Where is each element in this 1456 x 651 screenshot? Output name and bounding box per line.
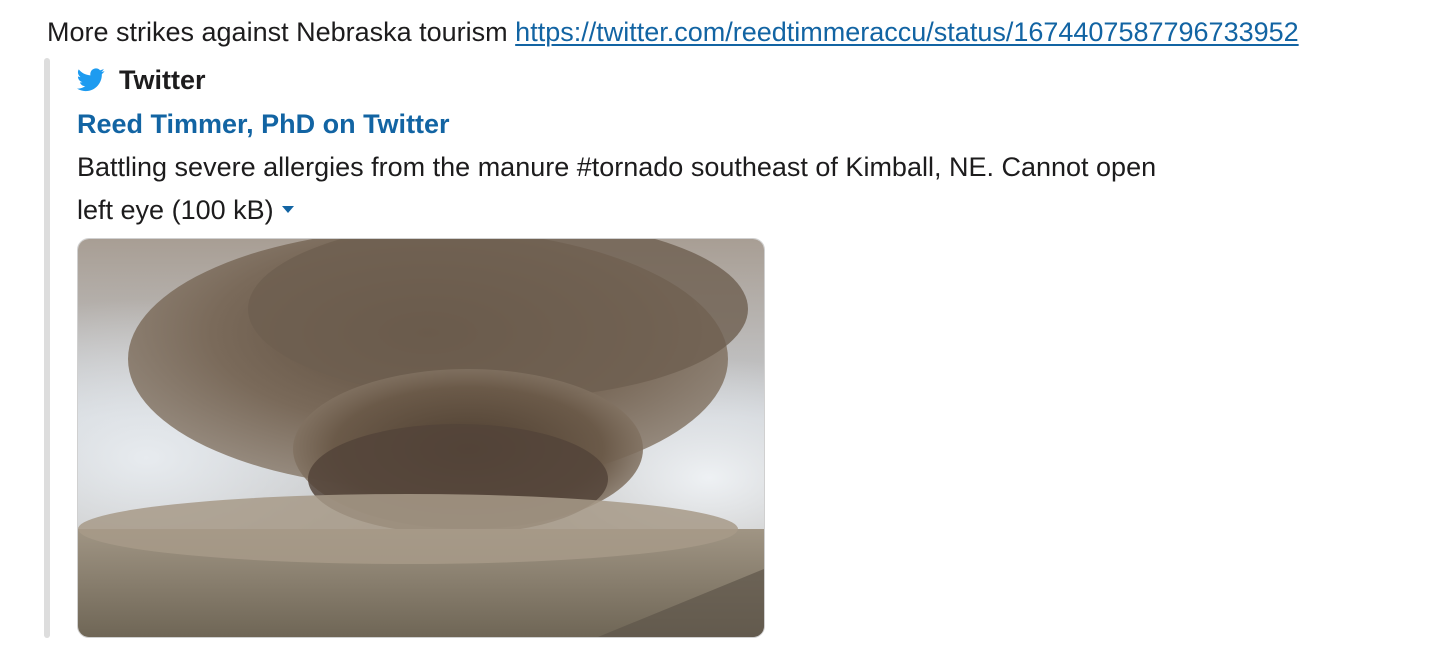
attachment-title-link[interactable]: Reed Timmer, PhD on Twitter <box>77 102 1144 146</box>
tweet-image[interactable] <box>77 238 765 638</box>
twitter-bird-icon <box>77 68 105 92</box>
link-unfurl-attachment: Twitter Reed Timmer, PhD on Twitter Batt… <box>44 58 1156 638</box>
collapse-caret-icon[interactable] <box>281 206 294 214</box>
attachment-body: Twitter Reed Timmer, PhD on Twitter Batt… <box>77 58 1156 232</box>
file-size: (100 kB) <box>171 195 274 225</box>
attachment-text: Battling severe allergies from the manur… <box>77 146 1157 232</box>
service-name: Twitter <box>119 64 206 95</box>
tweet-link[interactable]: https://twitter.com/reedtimmeraccu/statu… <box>515 17 1298 47</box>
message-text: More strikes against Nebraska tourism ht… <box>47 12 1446 52</box>
attachment-service: Twitter <box>77 58 1144 102</box>
message-body: More strikes against Nebraska tourism <box>47 17 516 47</box>
attachment-bar <box>44 58 50 638</box>
tornado-image <box>78 239 764 637</box>
